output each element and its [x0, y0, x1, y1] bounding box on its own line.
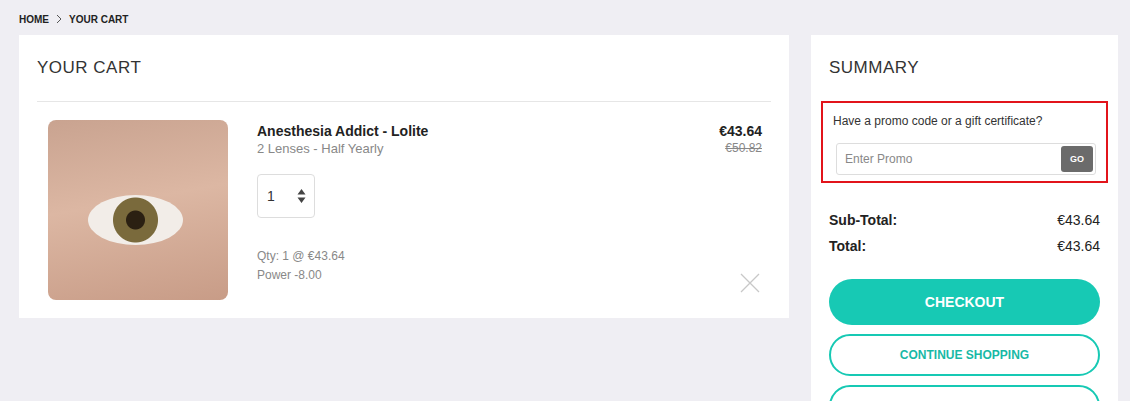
- promo-input[interactable]: [843, 151, 1061, 167]
- item-detail: Qty: 1 @ €43.64: [257, 247, 719, 266]
- summary-row: Sub-Total: €43.64: [829, 207, 1100, 233]
- chevron-right-icon: [55, 14, 63, 24]
- outline-button[interactable]: [829, 385, 1100, 401]
- spinner-arrows-icon: [297, 188, 306, 204]
- item-old-price: €50.82: [719, 140, 762, 156]
- product-image[interactable]: [48, 120, 228, 300]
- breadcrumb-item[interactable]: YOUR CART: [69, 14, 128, 25]
- summary-panel: SUMMARY Have a promo code or a gift cert…: [811, 35, 1118, 401]
- cart-title: YOUR CART: [37, 35, 771, 102]
- breadcrumb: HOME YOUR CART: [0, 0, 1130, 26]
- product-name[interactable]: Anesthesia Addict - Lolite: [257, 122, 719, 140]
- cart-panel: YOUR CART Anesthesia Addict - Lolite 2 L…: [19, 35, 789, 318]
- cart-item: Anesthesia Addict - Lolite 2 Lenses - Ha…: [37, 102, 771, 318]
- promo-go-button[interactable]: GO: [1061, 146, 1093, 172]
- promo-box: Have a promo code or a gift certificate?…: [821, 101, 1108, 183]
- item-price: €43.64: [719, 122, 762, 140]
- primary-button[interactable]: CHECKOUT: [829, 279, 1100, 325]
- product-variant: 2 Lenses - Half Yearly: [257, 140, 719, 158]
- quantity-select[interactable]: 1: [257, 174, 315, 218]
- breadcrumb-item[interactable]: HOME: [19, 14, 49, 25]
- summary-row: Total: €43.64: [829, 233, 1100, 259]
- promo-prompt: Have a promo code or a gift certificate?: [833, 113, 1096, 129]
- outline-button[interactable]: CONTINUE SHOPPING: [829, 334, 1100, 376]
- promo-field: GO: [836, 143, 1096, 175]
- item-detail: Power -8.00: [257, 266, 719, 285]
- remove-icon[interactable]: [740, 273, 760, 293]
- summary-title: SUMMARY: [829, 35, 1100, 101]
- cart-page: HOME YOUR CART YOUR CART Anesthesia Addi…: [0, 0, 1130, 401]
